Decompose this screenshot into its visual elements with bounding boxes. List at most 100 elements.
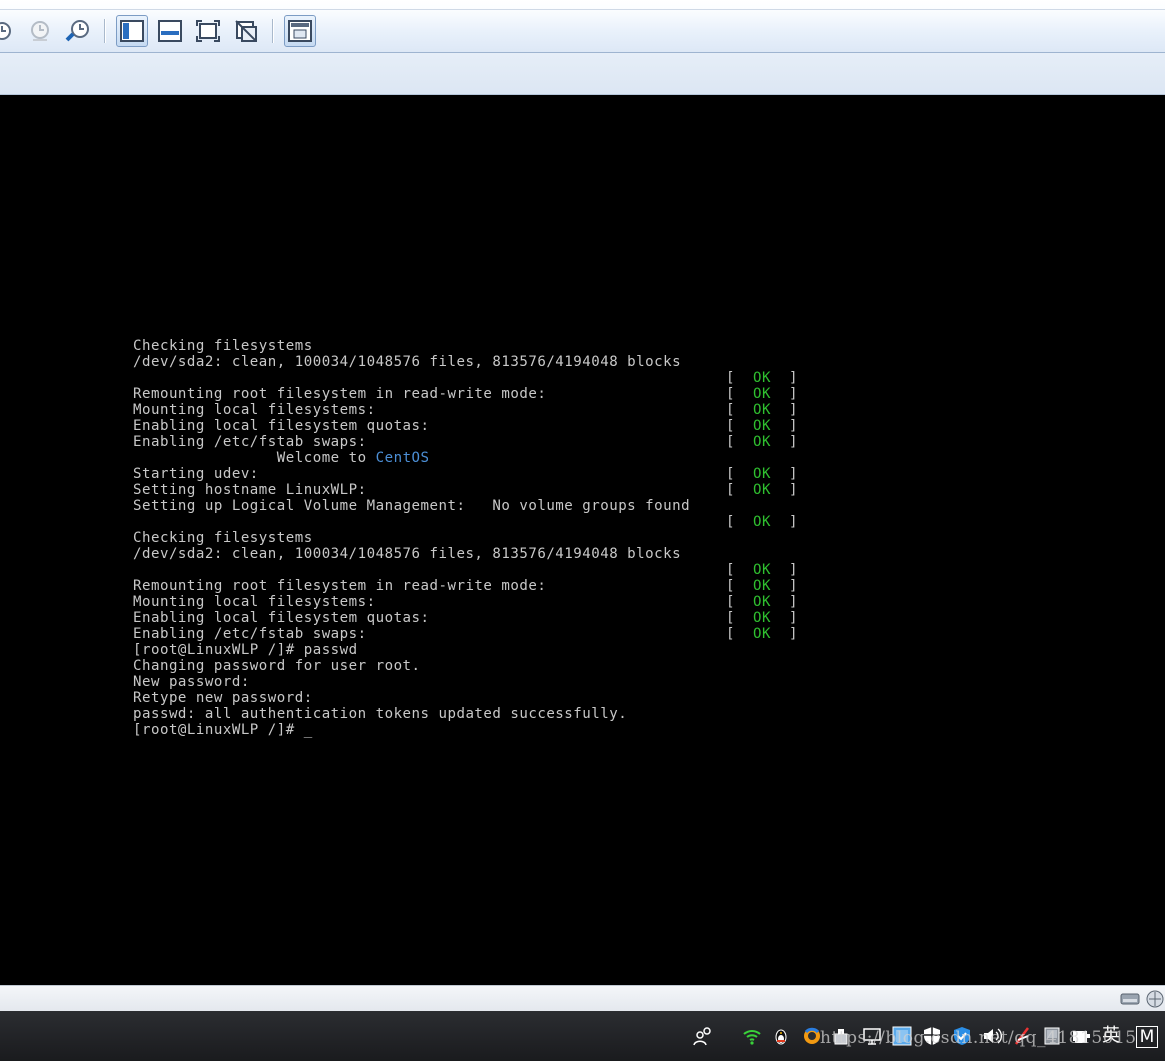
status-bracket-close: ]: [788, 514, 798, 530]
terminal-line-text: Remounting root filesystem in read-write…: [133, 386, 547, 402]
show-library-button[interactable]: [116, 15, 148, 47]
terminal-line: Changing password for user root.: [133, 658, 798, 674]
status-bracket-close: ]: [788, 626, 798, 642]
status-bracket-close: ]: [788, 402, 798, 418]
view-sidebar-icon: [120, 20, 144, 42]
terminal-output: Checking filesystems/dev/sda2: clean, 10…: [133, 338, 798, 738]
toolbar-separator: [104, 19, 106, 43]
status-bracket-open: [: [726, 514, 736, 530]
unity-button[interactable]: [230, 15, 262, 47]
terminal-line-text: Changing password for user root.: [133, 658, 421, 674]
terminal-line-text: Welcome to: [133, 450, 376, 466]
terminal-line: [ OK ]: [133, 370, 798, 386]
status-bracket-open: [: [726, 466, 736, 482]
status-bracket-close: ]: [788, 610, 798, 626]
terminal-line-text: Mounting local filesystems:: [133, 402, 376, 418]
view-tabs-icon: [288, 20, 312, 42]
terminal-line-text: Setting up Logical Volume Management: No…: [133, 498, 691, 514]
status-bracket-open: [: [726, 434, 736, 450]
qq-penguin-icon[interactable]: [771, 1026, 791, 1046]
network-adapter-icon[interactable]: [1145, 990, 1164, 1008]
terminal-line: Checking filesystems: [133, 338, 798, 354]
view-console-icon: [158, 20, 182, 42]
ime-mode-indicator[interactable]: M: [1136, 1026, 1158, 1048]
status-ok: OK: [753, 578, 771, 594]
status-bracket-open: [: [726, 626, 736, 642]
status-bracket-close: ]: [788, 466, 798, 482]
terminal-line: Enabling /etc/fstab swaps: [ OK ]: [133, 626, 798, 642]
status-ok: OK: [753, 482, 771, 498]
snapshot-manager-icon: [65, 20, 89, 42]
terminal-line-text: Mounting local filesystems:: [133, 594, 376, 610]
terminal-line-text: /dev/sda2: clean, 100034/1048576 files, …: [133, 546, 682, 562]
status-ok: OK: [753, 626, 771, 642]
terminal-line-text: Checking filesystems: [133, 338, 313, 354]
people-icon[interactable]: [693, 1026, 713, 1046]
browser-icon[interactable]: [802, 1026, 822, 1046]
status-bracket-close: ]: [788, 482, 798, 498]
status-ok: OK: [753, 402, 771, 418]
status-bracket-open: [: [726, 578, 736, 594]
status-bracket-open: [: [726, 402, 736, 418]
watermark-url: https://blog.csdn.net/qq_41815015: [820, 1028, 1137, 1048]
unity-mode-icon: [235, 20, 257, 42]
vm-console[interactable]: Checking filesystems/dev/sda2: clean, 10…: [0, 95, 1165, 985]
terminal-line-text: Enabling /etc/fstab swaps:: [133, 626, 367, 642]
tab-strip: [0, 53, 1165, 95]
status-bracket-open: [: [726, 386, 736, 402]
terminal-line-text: New password:: [133, 674, 250, 690]
terminal-line: [root@LinuxWLP /]# passwd: [133, 642, 798, 658]
vm-status-bar: [0, 985, 1165, 1011]
terminal-line: Remounting root filesystem in read-write…: [133, 386, 798, 402]
status-ok: OK: [753, 386, 771, 402]
full-screen-button[interactable]: [192, 15, 224, 47]
status-bracket-open: [: [726, 610, 736, 626]
fullscreen-icon: [196, 20, 220, 42]
terminal-line: Checking filesystems: [133, 530, 798, 546]
console-view-button[interactable]: [154, 15, 186, 47]
status-bracket-close: ]: [788, 594, 798, 610]
tabs-view-button[interactable]: [284, 15, 316, 47]
terminal-line-text: passwd: all authentication tokens update…: [133, 706, 628, 722]
status-bracket-close: ]: [788, 386, 798, 402]
terminal-line: [ OK ]: [133, 514, 798, 530]
snapshot-clock-icon: [0, 22, 11, 40]
status-ok: OK: [753, 466, 771, 482]
terminal-cursor: _: [303, 722, 313, 738]
status-ok: OK: [753, 418, 771, 434]
terminal-line: Mounting local filesystems: [ OK ]: [133, 594, 798, 610]
status-ok: OK: [753, 434, 771, 450]
vm-toolbar: [0, 0, 1165, 53]
status-bracket-open: [: [726, 482, 736, 498]
terminal-line-text: [root@LinuxWLP /]# passwd: [133, 642, 358, 658]
snapshot-manager-button[interactable]: [62, 15, 94, 47]
status-bracket-close: ]: [788, 418, 798, 434]
revert-snapshot-button[interactable]: [24, 15, 56, 47]
toolbar-top-divider: [0, 9, 1165, 10]
terminal-line-text: Starting udev:: [133, 466, 259, 482]
terminal-line: passwd: all authentication tokens update…: [133, 706, 798, 722]
status-bracket-close: ]: [788, 562, 798, 578]
snapshot-button[interactable]: [0, 15, 18, 47]
wifi-icon[interactable]: [742, 1026, 762, 1046]
status-bracket-open: [: [726, 594, 736, 610]
terminal-line: Enabling local filesystem quotas: [ OK ]: [133, 418, 798, 434]
terminal-line: Enabling /etc/fstab swaps: [ OK ]: [133, 434, 798, 450]
terminal-line-text: Enabling /etc/fstab swaps:: [133, 434, 367, 450]
terminal-line: [ OK ]: [133, 562, 798, 578]
toolbar-separator: [272, 19, 274, 43]
terminal-line-text: Remounting root filesystem in read-write…: [133, 578, 547, 594]
terminal-line-text: Enabling local filesystem quotas:: [133, 418, 430, 434]
terminal-line: Setting hostname LinuxWLP: [ OK ]: [133, 482, 798, 498]
status-bracket-open: [: [726, 562, 736, 578]
terminal-line-text: [root@LinuxWLP /]#: [133, 722, 304, 738]
terminal-line-text: Retype new password:: [133, 690, 313, 706]
status-ok: OK: [753, 610, 771, 626]
terminal-line-text: Setting hostname LinuxWLP:: [133, 482, 367, 498]
status-ok: OK: [753, 594, 771, 610]
terminal-line: /dev/sda2: clean, 100034/1048576 files, …: [133, 546, 798, 562]
hard-disk-icon[interactable]: [1120, 990, 1140, 1006]
terminal-line: Starting udev: [ OK ]: [133, 466, 798, 482]
terminal-line: [root@LinuxWLP /]# _: [133, 722, 798, 738]
status-bracket-close: ]: [788, 578, 798, 594]
